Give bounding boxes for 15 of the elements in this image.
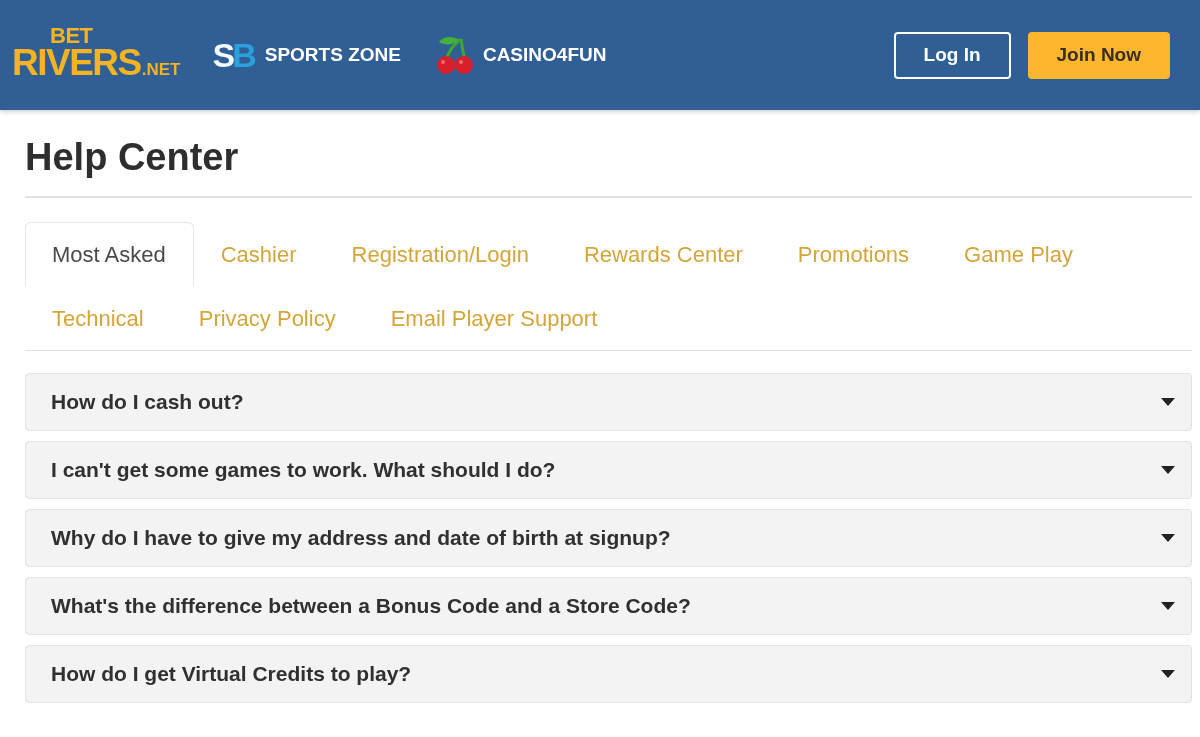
faq-item[interactable]: I can't get some games to work. What should I do? — [25, 441, 1192, 499]
page-title: Help Center — [25, 130, 1192, 198]
nav-link[interactable]: CASINO4FUN — [482, 44, 607, 66]
logo-wordmark-top: BET — [50, 26, 93, 46]
logo-wordmark-suffix: .NET — [141, 61, 181, 78]
faq-item[interactable]: What's the difference between a Bonus Code and a Store Code? — [25, 577, 1192, 635]
faq-item[interactable]: How do I cash out? — [25, 373, 1192, 431]
nav-link[interactable]: SPORTS ZONE — [264, 44, 401, 66]
join-button[interactable]: Join Now — [1027, 31, 1170, 79]
login-button[interactable]: Log In — [893, 31, 1011, 79]
logo-wordmark: RIVERS — [12, 46, 141, 80]
category-tab[interactable]: Most Asked — [25, 222, 194, 286]
faq-item[interactable]: How do I get Virtual Credits to play? — [25, 645, 1192, 703]
faq-item[interactable]: Why do I have to give my address and date of birth at signup? — [25, 509, 1192, 567]
cherry-icon — [434, 35, 475, 75]
